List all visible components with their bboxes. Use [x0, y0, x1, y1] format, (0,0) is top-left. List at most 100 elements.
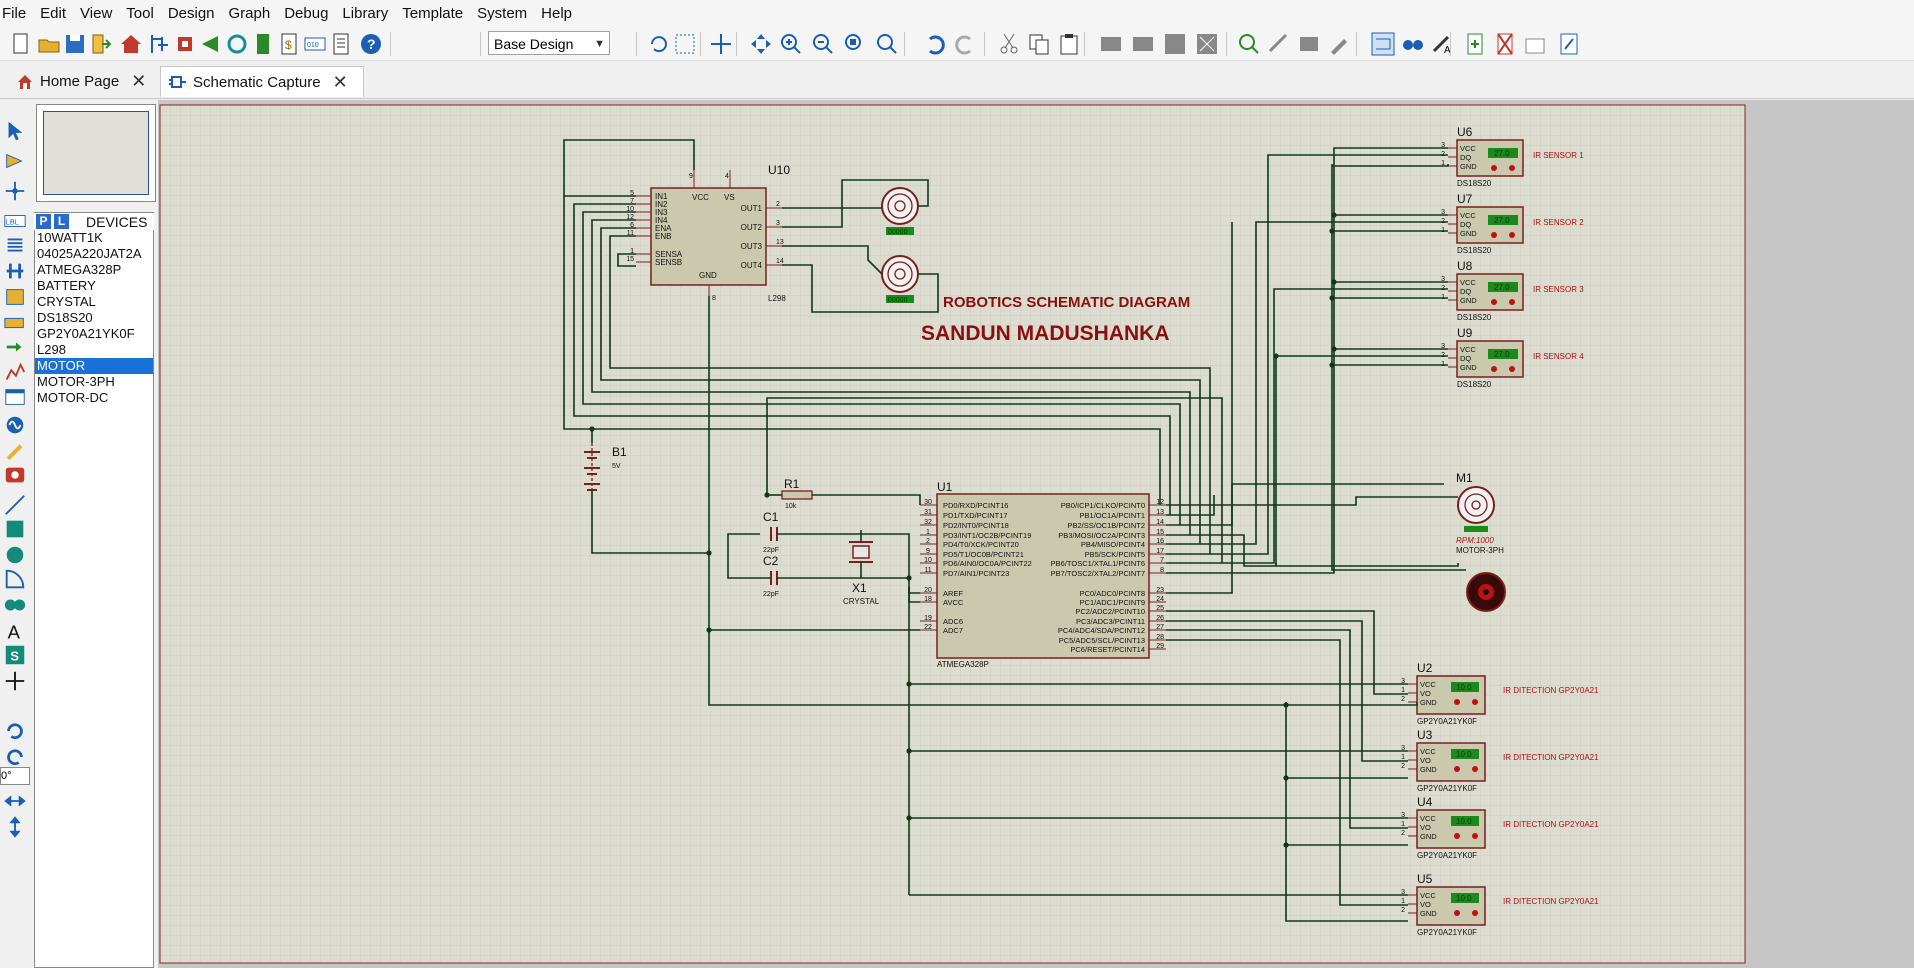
path-tool-icon[interactable]: [2, 593, 28, 617]
device-item[interactable]: MOTOR: [35, 358, 153, 374]
subcircuit-icon[interactable]: [2, 285, 28, 309]
device-item[interactable]: MOTOR-DC: [35, 390, 153, 406]
exit-parent-icon[interactable]: [1522, 31, 1548, 57]
save-icon[interactable]: [62, 31, 88, 57]
menu-library[interactable]: Library: [335, 0, 395, 28]
marker-tool-icon[interactable]: [2, 669, 28, 693]
arc-tool-icon[interactable]: [2, 567, 28, 591]
device-item[interactable]: MOTOR-3PH: [35, 374, 153, 390]
decompose-icon[interactable]: [1326, 31, 1352, 57]
wire-label-icon[interactable]: LBL: [2, 209, 28, 233]
pick-devices-button[interactable]: P: [36, 214, 51, 229]
pcb-icon[interactable]: [172, 31, 198, 57]
terminal-icon[interactable]: [2, 311, 28, 335]
selection-mode-icon[interactable]: [2, 119, 28, 143]
home-icon[interactable]: [118, 31, 144, 57]
menu-view[interactable]: View: [73, 0, 119, 28]
mirror-horizontal-icon[interactable]: [2, 789, 28, 813]
box-tool-icon[interactable]: [2, 517, 28, 541]
wire-autorouter-icon[interactable]: [1370, 31, 1396, 57]
close-icon[interactable]: ✕: [333, 72, 348, 93]
pick-device-icon[interactable]: [1236, 31, 1262, 57]
bus-icon[interactable]: [2, 259, 28, 283]
generator-icon[interactable]: [2, 413, 28, 437]
device-item[interactable]: BATTERY: [35, 278, 153, 294]
device-item[interactable]: ATMEGA328P: [35, 262, 153, 278]
voltage-probe-icon[interactable]: [2, 437, 28, 461]
block-copy-icon[interactable]: [1098, 31, 1124, 57]
device-item[interactable]: L298: [35, 342, 153, 358]
schematic-canvas[interactable]: U10L2985 IN17 IN210 IN312 IN46 ENA11 ENB1 SENSA…: [158, 100, 1914, 968]
rotate-clockwise-icon[interactable]: [2, 719, 28, 743]
tab-home-page[interactable]: Home Page ✕: [8, 66, 155, 97]
device-item[interactable]: CRYSTAL: [35, 294, 153, 310]
menu-edit[interactable]: Edit: [33, 0, 73, 28]
block-rotate-icon[interactable]: [1162, 31, 1188, 57]
zoom-all-icon[interactable]: [842, 31, 868, 57]
grid-icon[interactable]: [672, 31, 698, 57]
dollar-icon[interactable]: $: [276, 31, 302, 57]
open-folder-icon[interactable]: [36, 31, 62, 57]
symbol-tool-icon[interactable]: S: [2, 643, 28, 667]
circle-tool-icon[interactable]: [2, 543, 28, 567]
device-pin-icon[interactable]: [2, 335, 28, 359]
menu-help[interactable]: Help: [534, 0, 579, 28]
bom-icon[interactable]: [250, 31, 276, 57]
document-icon[interactable]: [328, 31, 354, 57]
package-tool-icon[interactable]: [1296, 31, 1322, 57]
new-sheet-icon[interactable]: [1462, 31, 1488, 57]
library-manager-button[interactable]: L: [54, 214, 69, 229]
gerber-icon[interactable]: [224, 31, 250, 57]
remove-sheet-icon[interactable]: [1492, 31, 1518, 57]
schematic-icon[interactable]: [146, 31, 172, 57]
import-icon[interactable]: [88, 31, 114, 57]
schematic-editor[interactable]: U10 L298 5 IN1 7 IN2 10 IN3 12 IN4 6 ENA 11 ENB 1 SENSA…: [158, 100, 1914, 968]
menu-debug[interactable]: Debug: [277, 0, 335, 28]
refresh-icon[interactable]: [646, 31, 672, 57]
virtual-instrument-icon[interactable]: [2, 463, 28, 487]
overview-window[interactable]: [36, 104, 156, 202]
design-notes-icon[interactable]: [1556, 31, 1582, 57]
text-script-icon[interactable]: [2, 233, 28, 257]
junction-dot-icon[interactable]: [2, 179, 28, 203]
device-item[interactable]: DS18S20: [35, 310, 153, 326]
menu-system[interactable]: System: [470, 0, 534, 28]
property-tool-icon[interactable]: A: [1430, 31, 1456, 57]
device-item[interactable]: GP2Y0A21YK0F: [35, 326, 153, 342]
line-tool-icon[interactable]: [2, 493, 28, 517]
close-icon[interactable]: ✕: [131, 71, 146, 92]
menu-template[interactable]: Template: [395, 0, 470, 28]
rotation-angle-field[interactable]: 0°: [0, 767, 30, 785]
redo-icon[interactable]: [952, 31, 978, 57]
origin-icon[interactable]: [708, 31, 734, 57]
mirror-vertical-icon[interactable]: [2, 815, 28, 839]
zoom-area-icon[interactable]: [874, 31, 900, 57]
menu-tool[interactable]: Tool: [119, 0, 161, 28]
menu-file[interactable]: File: [0, 0, 33, 28]
device-item[interactable]: 10WATT1K: [35, 230, 153, 246]
3d-view-icon[interactable]: [198, 31, 224, 57]
code-icon[interactable]: 010: [302, 31, 328, 57]
device-item[interactable]: 04025A220JAT2A: [35, 246, 153, 262]
component-mode-icon[interactable]: [2, 149, 28, 173]
paste-icon[interactable]: [1056, 31, 1082, 57]
text-tool-icon[interactable]: A: [2, 619, 28, 643]
pan-icon[interactable]: [748, 31, 774, 57]
help-icon[interactable]: ?: [358, 31, 384, 57]
cut-icon[interactable]: [996, 31, 1022, 57]
design-select[interactable]: Base Design ▼: [488, 31, 610, 55]
menu-design[interactable]: Design: [161, 0, 222, 28]
search-icon[interactable]: [1400, 31, 1426, 57]
new-file-icon[interactable]: [8, 31, 34, 57]
tab-schematic-capture[interactable]: Schematic Capture ✕: [160, 66, 364, 97]
block-delete-icon[interactable]: [1194, 31, 1220, 57]
zoom-in-icon[interactable]: [778, 31, 804, 57]
rotate-anticlockwise-icon[interactable]: [2, 745, 28, 769]
copy-icon[interactable]: [1026, 31, 1052, 57]
zoom-out-icon[interactable]: [810, 31, 836, 57]
undo-icon[interactable]: [922, 31, 948, 57]
menu-graph[interactable]: Graph: [222, 0, 278, 28]
tape-recorder-icon[interactable]: [2, 385, 28, 409]
graph-mode-icon[interactable]: [2, 361, 28, 385]
block-move-icon[interactable]: [1130, 31, 1156, 57]
